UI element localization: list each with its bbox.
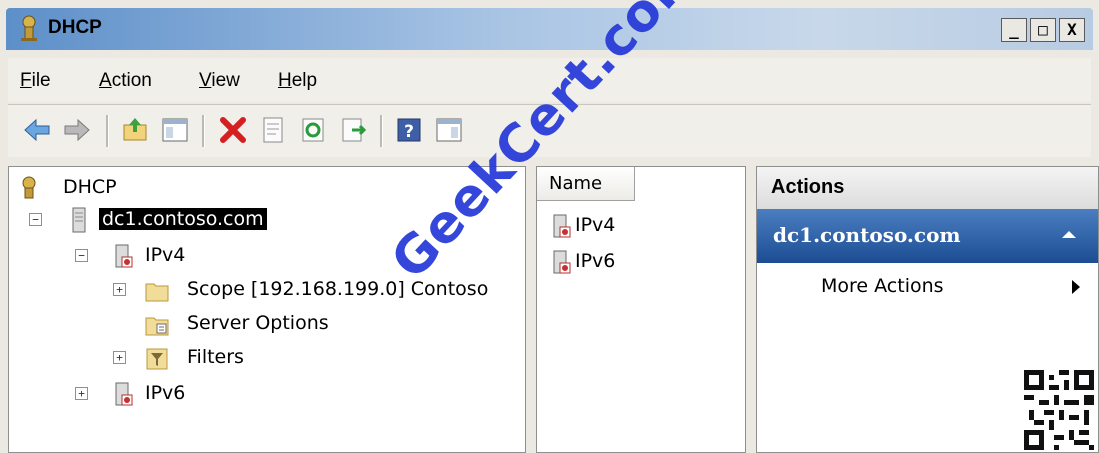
list-item-label: IPv4 <box>575 214 616 236</box>
tree-node-server-options[interactable]: Server Options <box>9 309 409 339</box>
help-icon[interactable]: ? <box>394 115 424 145</box>
collapse-icon[interactable]: − <box>75 249 88 262</box>
list-item[interactable]: IPv6 <box>549 247 729 277</box>
dhcp-icon <box>22 176 36 199</box>
close-button[interactable]: X <box>1059 18 1085 42</box>
ipv6-icon <box>115 382 133 406</box>
toolbar-separator <box>380 115 383 147</box>
up-folder-icon[interactable] <box>120 115 150 145</box>
expand-icon[interactable]: + <box>113 351 126 364</box>
dhcp-window: DHCP _ □ X File Action View Help ? DHCP … <box>0 0 1099 453</box>
collapse-icon[interactable]: − <box>29 213 42 226</box>
ipv6-icon <box>553 250 571 274</box>
delete-icon[interactable] <box>218 115 248 145</box>
toolbar-separator <box>106 115 109 147</box>
refresh-icon[interactable] <box>298 115 328 145</box>
tree-node-dhcp[interactable]: DHCP <box>17 173 317 203</box>
show-hide-console-tree-icon[interactable] <box>160 115 190 145</box>
tree-node-server[interactable]: − dc1.contoso.com <box>9 205 409 235</box>
back-arrow-icon[interactable] <box>22 115 52 145</box>
folder-icon <box>145 283 169 302</box>
properties-icon[interactable] <box>258 115 288 145</box>
title-bar[interactable]: DHCP _ □ X <box>6 8 1093 50</box>
ipv4-icon <box>115 244 133 268</box>
ipv4-icon <box>553 214 571 238</box>
expand-icon[interactable]: + <box>75 387 88 400</box>
minimize-button[interactable]: _ <box>1001 18 1027 42</box>
tree-label-filters: Filters <box>187 346 244 368</box>
menu-action[interactable]: Action <box>99 70 152 92</box>
toolbar-separator <box>202 115 205 147</box>
qr-code-image <box>1024 370 1094 450</box>
menu-view[interactable]: View <box>199 70 240 92</box>
collapse-arrow-icon[interactable] <box>1062 231 1076 238</box>
list-item-label: IPv6 <box>575 250 616 272</box>
list-item[interactable]: IPv4 <box>549 211 729 241</box>
export-list-icon[interactable] <box>338 115 368 145</box>
actions-section-title: dc1.contoso.com <box>773 223 961 247</box>
actions-title: Actions <box>771 176 845 198</box>
tree-label-ipv4: IPv4 <box>145 244 186 266</box>
column-header-label: Name <box>549 173 603 194</box>
column-header-name[interactable]: Name <box>537 167 635 201</box>
submenu-arrow-icon <box>1072 280 1080 294</box>
menu-file[interactable]: File <box>20 70 51 92</box>
tree-node-ipv6[interactable]: + IPv6 <box>9 379 409 409</box>
dhcp-app-icon <box>21 15 37 41</box>
menu-help[interactable]: Help <box>278 70 317 92</box>
tree-label-ipv6: IPv6 <box>145 382 186 404</box>
show-hide-action-pane-icon[interactable] <box>434 115 464 145</box>
server-options-icon <box>145 317 169 336</box>
tree-node-filters[interactable]: + Filters <box>9 343 409 373</box>
tree-label-server-options: Server Options <box>187 312 329 334</box>
actions-section-header[interactable]: dc1.contoso.com <box>757 209 1098 263</box>
tree-label-server: dc1.contoso.com <box>99 208 267 230</box>
tree-node-ipv4[interactable]: − IPv4 <box>9 241 409 271</box>
tree-label-scope: Scope [192.168.199.0] Contoso <box>187 278 489 300</box>
more-actions-item[interactable]: More Actions <box>821 275 944 297</box>
actions-header: Actions <box>757 167 1098 210</box>
results-pane[interactable]: Name IPv4 IPv6 <box>536 166 746 453</box>
forward-arrow-icon[interactable] <box>62 115 92 145</box>
expand-icon[interactable]: + <box>113 283 126 296</box>
server-icon <box>72 207 86 233</box>
maximize-button[interactable]: □ <box>1030 18 1056 42</box>
svg-text:?: ? <box>404 122 414 142</box>
tree-node-scope[interactable]: + Scope [192.168.199.0] Contoso <box>9 275 524 305</box>
tree-label-dhcp: DHCP <box>63 176 117 198</box>
window-title: DHCP <box>48 17 102 38</box>
filter-icon <box>146 348 168 370</box>
